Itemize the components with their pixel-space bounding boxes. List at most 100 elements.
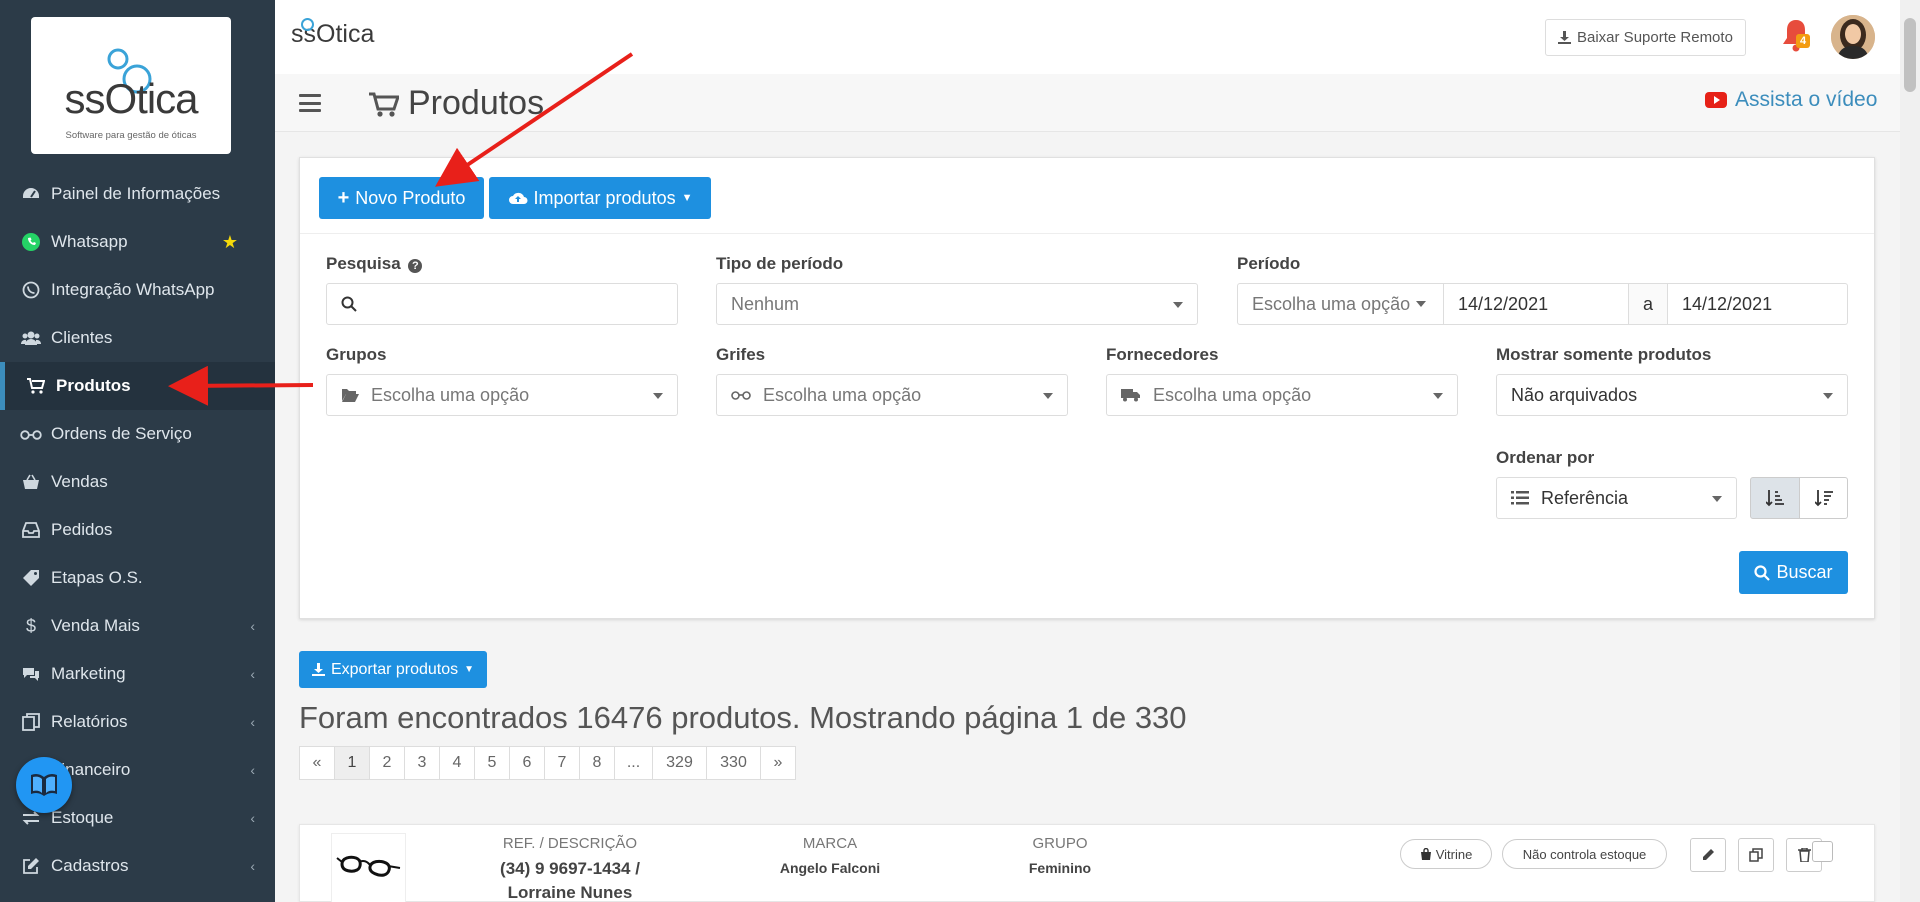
caret-down-icon bbox=[1416, 301, 1427, 307]
page-8[interactable]: 8 bbox=[579, 746, 615, 780]
user-avatar[interactable] bbox=[1831, 15, 1875, 59]
col-header-brand: MARCA bbox=[802, 835, 858, 852]
sidebar-item-label: Produtos bbox=[56, 376, 131, 395]
pagination: « 1 2 3 4 5 6 7 8 ... 329 330 » bbox=[299, 746, 796, 780]
youtube-icon bbox=[1705, 92, 1727, 108]
order-by-select[interactable]: Referência bbox=[1496, 477, 1737, 519]
sidebar-item-label: Marketing bbox=[51, 664, 126, 683]
suppliers-value: Escolha uma opção bbox=[1153, 384, 1312, 405]
product-thumbnail[interactable] bbox=[331, 833, 406, 902]
edit-product-button[interactable] bbox=[1690, 838, 1726, 872]
remote-support-label: Baixar Suporte Remoto bbox=[1577, 29, 1733, 46]
sidebar-item-produtos[interactable]: Produtos bbox=[0, 362, 275, 410]
page-scrollbar[interactable] bbox=[1900, 0, 1920, 902]
order-by-label: Ordenar por bbox=[1496, 448, 1595, 467]
date-from-input[interactable]: 14/12/2021 bbox=[1443, 283, 1629, 325]
page-330[interactable]: 330 bbox=[706, 746, 761, 780]
sidebar-item-label: Estoque bbox=[51, 808, 114, 827]
download-icon bbox=[311, 663, 325, 676]
period-type-label: Tipo de período bbox=[716, 254, 844, 273]
basket-icon bbox=[20, 471, 42, 493]
sidebar-item-cadastros[interactable]: Cadastros ‹ bbox=[0, 842, 275, 890]
question-icon[interactable]: ? bbox=[408, 259, 423, 273]
show-only-value: Não arquivados bbox=[1511, 384, 1638, 405]
inbox-icon bbox=[20, 519, 42, 541]
sidebar-item-clientes[interactable]: Clientes bbox=[0, 314, 275, 362]
eyeglasses-image-icon bbox=[336, 855, 401, 877]
date-to-input[interactable]: 14/12/2021 bbox=[1667, 283, 1848, 325]
show-only-select[interactable]: Não arquivados bbox=[1496, 374, 1848, 416]
top-logo[interactable]: ssOtica bbox=[291, 18, 374, 49]
duplicate-product-button[interactable] bbox=[1738, 838, 1774, 872]
help-book-button[interactable] bbox=[16, 757, 72, 813]
groups-select[interactable]: Escolha uma opção bbox=[326, 374, 678, 416]
product-row: REF. / DESCRIÇÃO (34) 9 9697-1434 / Lorr… bbox=[299, 824, 1875, 902]
import-products-button[interactable]: Importar produtos ▼ bbox=[489, 177, 711, 219]
sidebar-item-ordens-servico[interactable]: Ordens de Serviço bbox=[0, 410, 275, 458]
search-input[interactable] bbox=[326, 283, 678, 325]
caret-down-icon bbox=[1433, 393, 1443, 399]
scrollbar-thumb[interactable] bbox=[1904, 18, 1916, 92]
chevron-left-icon: ‹ bbox=[250, 666, 255, 682]
page-1[interactable]: 1 bbox=[334, 746, 370, 780]
page-4[interactable]: 4 bbox=[439, 746, 475, 780]
new-product-button[interactable]: + Novo Produto bbox=[319, 177, 484, 219]
sidebar-item-whatsapp[interactable]: Whatsapp ★ bbox=[0, 218, 275, 266]
page-2[interactable]: 2 bbox=[369, 746, 405, 780]
page-header: Produtos Assista o vídeo bbox=[275, 74, 1900, 132]
page-next[interactable]: » bbox=[760, 746, 796, 780]
comments-icon bbox=[20, 663, 42, 685]
sidebar-logo[interactable]: ssOtica Software para gestão de óticas bbox=[31, 17, 231, 154]
folder-open-icon bbox=[341, 388, 359, 402]
page-6[interactable]: 6 bbox=[509, 746, 545, 780]
page-5[interactable]: 5 bbox=[474, 746, 510, 780]
watch-video-link[interactable]: Assista o vídeo bbox=[1705, 88, 1877, 112]
product-select-checkbox[interactable] bbox=[1812, 841, 1833, 862]
sidebar-item-integracao-whatsapp[interactable]: Integração WhatsApp bbox=[0, 266, 275, 314]
search-button[interactable]: Buscar bbox=[1739, 551, 1848, 594]
export-products-label: Exportar produtos bbox=[330, 660, 459, 678]
sidebar-item-etapas-os[interactable]: Etapas O.S. bbox=[0, 554, 275, 602]
product-ref-line1[interactable]: (34) 9 9697-1434 / bbox=[470, 859, 670, 879]
search-button-label: Buscar bbox=[1776, 562, 1833, 582]
top-bar: ssOtica Baixar Suporte Remoto 4 bbox=[275, 0, 1900, 74]
period-choose-dropdown[interactable]: Escolha uma opção bbox=[1237, 283, 1444, 325]
remote-support-button[interactable]: Baixar Suporte Remoto bbox=[1545, 19, 1746, 56]
stock-control-badge[interactable]: Não controla estoque bbox=[1502, 839, 1667, 869]
showcase-badge[interactable]: Vitrine bbox=[1400, 839, 1492, 869]
chevron-left-icon: ‹ bbox=[250, 714, 255, 730]
sidebar-item-venda-mais[interactable]: $ Venda Mais ‹ bbox=[0, 602, 275, 650]
page-3[interactable]: 3 bbox=[404, 746, 440, 780]
sort-descending-button[interactable] bbox=[1799, 477, 1848, 519]
sort-ascending-button[interactable] bbox=[1750, 477, 1800, 519]
date-separator: a bbox=[1628, 283, 1668, 325]
caret-down-icon bbox=[1173, 302, 1183, 308]
sidebar-item-painel[interactable]: Painel de Informações bbox=[0, 170, 275, 218]
cloud-upload-icon bbox=[508, 192, 528, 204]
watch-video-label: Assista o vídeo bbox=[1735, 88, 1878, 111]
sidebar-item-pedidos[interactable]: Pedidos bbox=[0, 506, 275, 554]
sidebar-item-vendas[interactable]: Vendas bbox=[0, 458, 275, 506]
trash-icon bbox=[1797, 848, 1811, 862]
export-products-button[interactable]: Exportar produtos ▼ bbox=[299, 651, 487, 688]
sidebar-item-label: Clientes bbox=[51, 328, 113, 347]
page-329[interactable]: 329 bbox=[652, 746, 707, 780]
page-prev[interactable]: « bbox=[299, 746, 335, 780]
tag-icon bbox=[20, 567, 42, 589]
page-ellipsis: ... bbox=[614, 746, 653, 780]
brands-select[interactable]: Escolha uma opção bbox=[716, 374, 1068, 416]
product-ref-line2[interactable]: Lorraine Nunes bbox=[470, 883, 670, 902]
period-label: Período bbox=[1237, 254, 1301, 273]
chevron-left-icon: ‹ bbox=[250, 858, 255, 874]
star-icon: ★ bbox=[221, 231, 238, 252]
sidebar-item-marketing[interactable]: Marketing ‹ bbox=[0, 650, 275, 698]
sidebar-item-relatorios[interactable]: Relatórios ‹ bbox=[0, 698, 275, 746]
period-type-select[interactable]: Nenhum bbox=[716, 283, 1198, 325]
results-summary: Foram encontrados 16476 produtos. Mostra… bbox=[299, 700, 1187, 735]
import-products-label: Importar produtos bbox=[533, 187, 676, 208]
new-product-label: Novo Produto bbox=[355, 187, 466, 208]
suppliers-select[interactable]: Escolha uma opção bbox=[1106, 374, 1458, 416]
notification-badge: 4 bbox=[1796, 34, 1811, 48]
page-7[interactable]: 7 bbox=[544, 746, 580, 780]
menu-toggle-icon[interactable] bbox=[299, 94, 321, 112]
